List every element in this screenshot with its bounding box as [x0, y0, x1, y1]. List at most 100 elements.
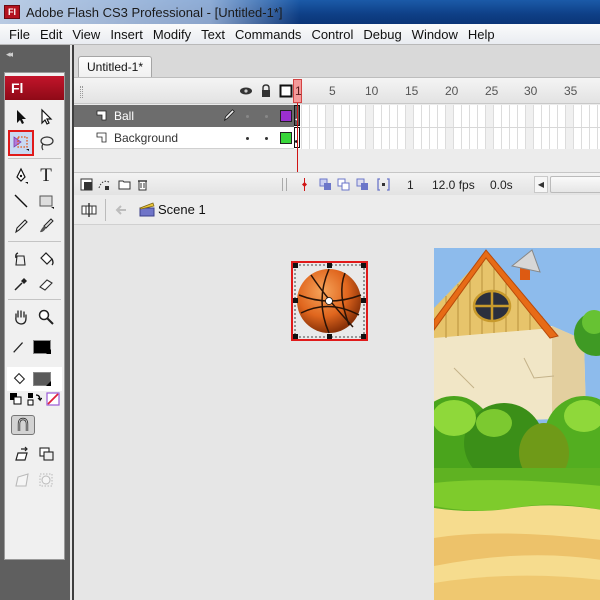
rectangle-icon — [39, 195, 54, 209]
title-bar: Fl Adobe Flash CS3 Professional - [Untit… — [0, 0, 600, 24]
text-tool[interactable]: T — [35, 165, 57, 187]
edit-bar-divider — [105, 199, 106, 221]
insert-layer-folder-icon[interactable] — [118, 178, 131, 191]
add-motion-guide-icon[interactable] — [98, 178, 111, 191]
tools-panel: Fl T — [4, 72, 65, 560]
center-frame-icon[interactable] — [298, 178, 311, 191]
show-hide-all-layers-icon[interactable] — [239, 84, 253, 98]
tools-separator — [8, 241, 61, 242]
scale-option[interactable] — [35, 443, 57, 465]
menu-commands[interactable]: Commands — [230, 27, 306, 42]
no-color-button[interactable] — [45, 391, 61, 407]
onion-skin-icon[interactable] — [319, 178, 332, 191]
scene-clapper-icon — [139, 202, 155, 217]
snap-to-objects-button[interactable] — [11, 415, 35, 435]
scene-label[interactable]: Scene 1 — [158, 202, 206, 217]
timeline-toggle-icon[interactable] — [80, 201, 98, 219]
scroll-left-arrow-icon[interactable]: ◀ — [534, 176, 548, 193]
eyedropper-tool[interactable] — [10, 273, 32, 295]
stroke-color-swatch[interactable] — [33, 340, 51, 354]
arrow-icon — [17, 110, 26, 124]
insert-layer-icon[interactable] — [80, 178, 93, 191]
line-tool[interactable] — [10, 190, 32, 212]
zoom-tool[interactable] — [35, 306, 57, 328]
basketball-graphic[interactable] — [293, 263, 366, 339]
timeline-horizontal-scrollbar[interactable]: ◀ — [534, 176, 600, 193]
swap-colors-icon — [27, 393, 42, 406]
lock-toggle[interactable] — [265, 115, 268, 118]
edit-multiple-frames-icon[interactable] — [356, 178, 369, 191]
eraser-icon — [39, 279, 53, 291]
edit-bar: Scene 1 — [74, 195, 600, 225]
paint-bucket-tool[interactable] — [35, 248, 57, 270]
magnifier-icon — [38, 309, 54, 325]
layer-outline-color[interactable] — [280, 110, 292, 122]
fill-color-control[interactable] — [7, 367, 62, 391]
menu-control[interactable]: Control — [306, 27, 358, 42]
distort-option — [11, 469, 33, 491]
pen-icon — [16, 167, 28, 184]
pencil-icon — [15, 219, 28, 234]
menu-insert[interactable]: Insert — [105, 27, 148, 42]
frame-number-1: 1 — [295, 84, 302, 98]
menu-modify[interactable]: Modify — [148, 27, 196, 42]
delete-layer-icon[interactable] — [136, 178, 149, 191]
menu-edit[interactable]: Edit — [35, 27, 67, 42]
layer-name[interactable]: Ball — [114, 109, 134, 123]
subselection-tool[interactable] — [35, 106, 57, 128]
hollow-arrow-icon — [41, 108, 53, 125]
tools-separator — [8, 158, 61, 159]
lasso-tool[interactable] — [35, 132, 57, 154]
flash-window: Fl Adobe Flash CS3 Professional - [Untit… — [0, 0, 600, 600]
pencil-tool[interactable] — [10, 215, 32, 237]
selection-tool[interactable] — [10, 106, 32, 128]
menu-debug[interactable]: Debug — [358, 27, 406, 42]
modify-onion-markers-icon[interactable] — [377, 178, 390, 191]
onion-skin-outlines-icon[interactable] — [337, 178, 350, 191]
visibility-toggle[interactable] — [246, 115, 249, 118]
menu-window[interactable]: Window — [407, 27, 463, 42]
stage-background-artwork[interactable] — [434, 248, 600, 600]
lock-toggle[interactable] — [265, 137, 268, 140]
scrollbar-thumb[interactable] — [550, 176, 600, 193]
default-colors-icon — [10, 393, 22, 405]
hand-tool[interactable] — [10, 306, 32, 328]
menu-help[interactable]: Help — [463, 27, 500, 42]
layer-name[interactable]: Background — [114, 131, 178, 145]
timeline-grip[interactable] — [80, 86, 83, 98]
layer-icon — [96, 110, 107, 121]
document-tab[interactable]: Untitled-1* — [78, 56, 153, 77]
layer-row-background[interactable]: Background — [74, 127, 294, 149]
layer-outline-color[interactable] — [280, 132, 292, 144]
pasteboard[interactable] — [74, 226, 600, 600]
rotate-skew-icon — [15, 446, 28, 461]
brush-tool[interactable] — [35, 215, 57, 237]
menu-text[interactable]: Text — [196, 27, 230, 42]
fill-color-swatch[interactable] — [33, 372, 51, 386]
collapse-panel-button[interactable]: ◂◂ — [6, 49, 13, 60]
lock-all-layers-icon[interactable] — [259, 84, 273, 98]
eraser-tool[interactable] — [35, 273, 57, 295]
frame-rate-readout[interactable]: 12.0 fps — [432, 178, 475, 192]
swap-colors-button[interactable] — [26, 391, 42, 407]
no-color-icon — [46, 392, 60, 406]
outline-all-layers-icon[interactable] — [279, 84, 293, 98]
ink-bottle-tool[interactable] — [10, 248, 32, 270]
timeline-divider-grip[interactable] — [282, 178, 287, 191]
rotate-skew-option[interactable] — [11, 443, 33, 465]
menu-view[interactable]: View — [67, 27, 105, 42]
window-title: Adobe Flash CS3 Professional - [Untitled… — [26, 4, 283, 20]
layer-row-ball[interactable]: Ball — [74, 105, 294, 127]
rectangle-tool[interactable] — [35, 190, 57, 212]
current-frame-readout: 1 — [407, 178, 414, 192]
distort-icon — [15, 473, 29, 487]
menu-file[interactable]: File — [4, 27, 35, 42]
stroke-color-control[interactable] — [7, 335, 62, 359]
envelope-icon — [39, 473, 53, 487]
ball-symbol-selection[interactable] — [291, 261, 368, 341]
eyedropper-icon — [14, 278, 27, 291]
visibility-toggle[interactable] — [246, 137, 249, 140]
pen-tool[interactable] — [10, 165, 32, 187]
free-transform-tool[interactable] — [8, 130, 34, 156]
default-colors-button[interactable] — [8, 391, 24, 407]
